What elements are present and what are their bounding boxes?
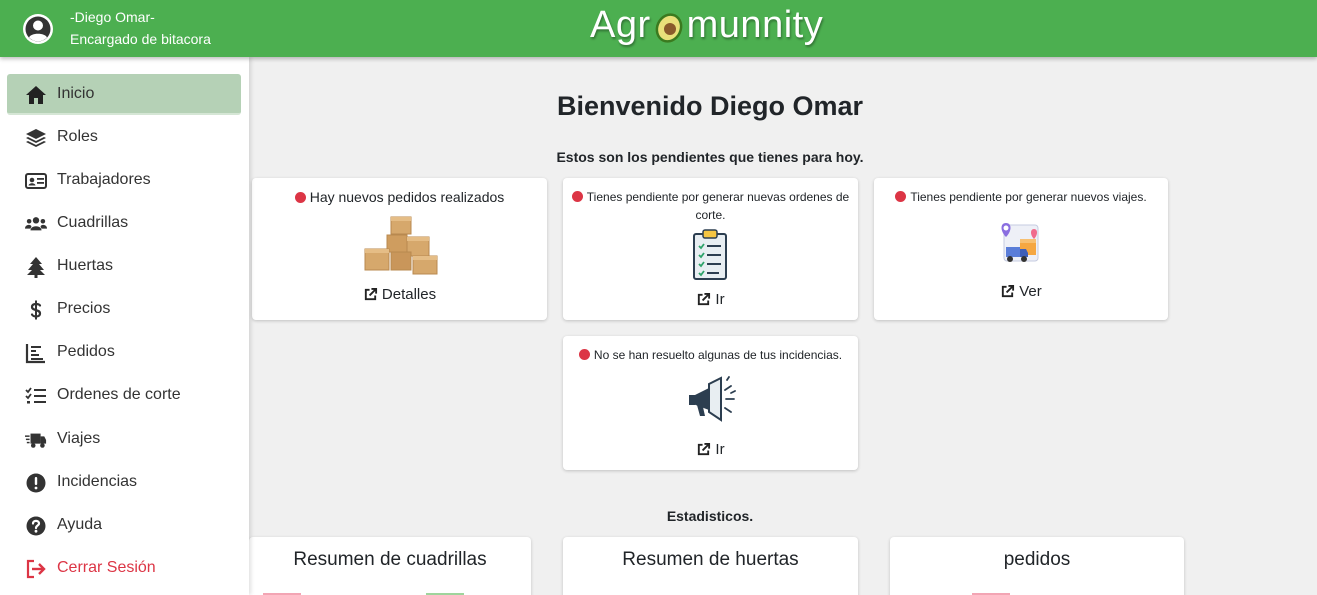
external-link-icon: [698, 292, 711, 306]
stats-title: Estadisticos.: [666, 508, 754, 524]
card-link-label: Ir: [715, 441, 725, 458]
user-name: -Diego Omar-: [70, 9, 155, 25]
boxes-image: [364, 216, 438, 275]
sidebar-item-label: Ordenes de corte: [57, 386, 181, 403]
page-title: Bienvenido Diego Omar: [556, 91, 864, 121]
sidebar-item-label: Incidencias: [57, 473, 138, 490]
pending-subtitle: Estos son los pendientes que tienes para…: [556, 149, 864, 165]
question-icon: [26, 516, 46, 536]
truck-icon: [25, 433, 47, 448]
sidebar-item-ordenes-de-corte[interactable]: Ordenes de corte: [7, 375, 241, 416]
delivery-map-image: [1001, 223, 1039, 262]
card-message: Tienes pendiente por generar nuevos viaj…: [910, 190, 1147, 204]
card-link-detalles[interactable]: Detalles: [252, 286, 547, 303]
sidebar-item-pedidos[interactable]: Pedidos: [7, 332, 241, 373]
brand-logo: Agr munnity: [590, 0, 823, 50]
sidebar-item-label: Trabajadores: [57, 171, 151, 188]
sidebar-item-label: Inicio: [57, 85, 95, 102]
stat-card-title: Resumen de huertas: [622, 549, 799, 570]
card-message: Hay nuevos pedidos realizados: [309, 189, 505, 205]
card-message: No se han resuelto algunas de tus incide…: [593, 348, 843, 362]
sidebar-item-precios[interactable]: Precios: [7, 289, 241, 330]
alert-dot-icon: [895, 191, 907, 202]
pending-card-ordenes: Tienes pendiente por generar nuevas orde…: [563, 178, 858, 320]
card-message: Tienes pendiente por generar nuevas orde…: [586, 190, 850, 222]
avocado-icon: [652, 9, 686, 45]
card-link-ir-incidencias[interactable]: Ir: [563, 441, 858, 458]
user-circle-icon: [23, 14, 53, 44]
card-link-ver[interactable]: Ver: [874, 283, 1168, 300]
pending-card-pedidos: Hay nuevos pedidos realizados Detalles: [252, 178, 547, 320]
sidebar-item-viajes[interactable]: Viajes: [7, 419, 241, 460]
logout-icon: [26, 559, 46, 579]
sidebar-item-cuadrillas[interactable]: Cuadrillas: [7, 203, 241, 244]
sidebar-item-label: Precios: [57, 300, 111, 317]
main-content: Bienvenido Diego Omar Estos son los pend…: [249, 57, 1317, 595]
sidebar-item-incidencias[interactable]: Incidencias: [7, 462, 241, 503]
card-link-label: Detalles: [381, 286, 437, 303]
sidebar-item-roles[interactable]: Roles: [7, 117, 241, 158]
pending-card-viajes: Tienes pendiente por generar nuevos viaj…: [874, 178, 1168, 320]
chart-icon: [25, 344, 45, 364]
user-role: Encargado de bitacora: [70, 31, 211, 47]
sidebar-item-label: Viajes: [57, 430, 101, 447]
tree-icon: [27, 257, 45, 278]
top-bar: -Diego Omar- Encargado de bitacora Agr m…: [0, 0, 1317, 57]
layers-icon: [26, 129, 46, 147]
sidebar: Inicio Roles Trabajadores Cuadrillas Hue…: [0, 57, 249, 595]
sidebar-item-label: Cerrar Sesión: [57, 559, 156, 576]
sidebar-item-huertas[interactable]: Huertas: [7, 246, 241, 287]
sidebar-item-label: Cuadrillas: [57, 214, 129, 231]
clipboard-image: [693, 229, 727, 280]
card-link-ir[interactable]: Ir: [563, 291, 858, 308]
sidebar-item-label: Pedidos: [57, 343, 115, 360]
stat-card-title: pedidos: [1003, 549, 1071, 570]
sidebar-item-label: Roles: [57, 128, 98, 145]
alert-dot-icon: [294, 192, 306, 203]
sidebar-item-label: Huertas: [57, 257, 114, 274]
sidebar-item-label: Ayuda: [57, 516, 103, 533]
card-link-label: Ir: [715, 291, 725, 308]
sidebar-item-inicio[interactable]: Inicio: [7, 74, 241, 115]
external-link-icon: [698, 442, 711, 456]
pending-card-incidencias: No se han resuelto algunas de tus incide…: [563, 336, 858, 470]
stat-card-pedidos: pedidos: [890, 537, 1184, 595]
megaphone-image: [689, 376, 736, 422]
id-card-icon: [25, 173, 47, 189]
external-link-icon: [1002, 284, 1015, 298]
stat-card-huertas: Resumen de huertas: [563, 537, 858, 595]
stat-card-cuadrillas: Resumen de cuadrillas: [249, 537, 531, 595]
checklist-icon: [25, 387, 46, 404]
stat-card-title: Resumen de cuadrillas: [293, 549, 487, 570]
card-link-label: Ver: [1019, 283, 1042, 300]
exclamation-icon: [26, 473, 46, 493]
home-icon: [26, 86, 46, 104]
dollar-icon: [30, 300, 42, 320]
alert-dot-icon: [578, 349, 590, 360]
sidebar-item-trabajadores[interactable]: Trabajadores: [7, 160, 241, 201]
sidebar-item-cerrar-sesion[interactable]: Cerrar Sesión: [7, 548, 241, 589]
user-profile[interactable]: -Diego Omar- Encargado de bitacora: [0, 0, 249, 57]
users-icon: [25, 217, 47, 231]
alert-dot-icon: [571, 191, 583, 202]
brand-text-start: Agr: [590, 3, 651, 46]
brand-text-end: munnity: [686, 3, 824, 46]
external-link-icon: [364, 287, 377, 301]
sidebar-item-ayuda[interactable]: Ayuda: [7, 505, 241, 546]
